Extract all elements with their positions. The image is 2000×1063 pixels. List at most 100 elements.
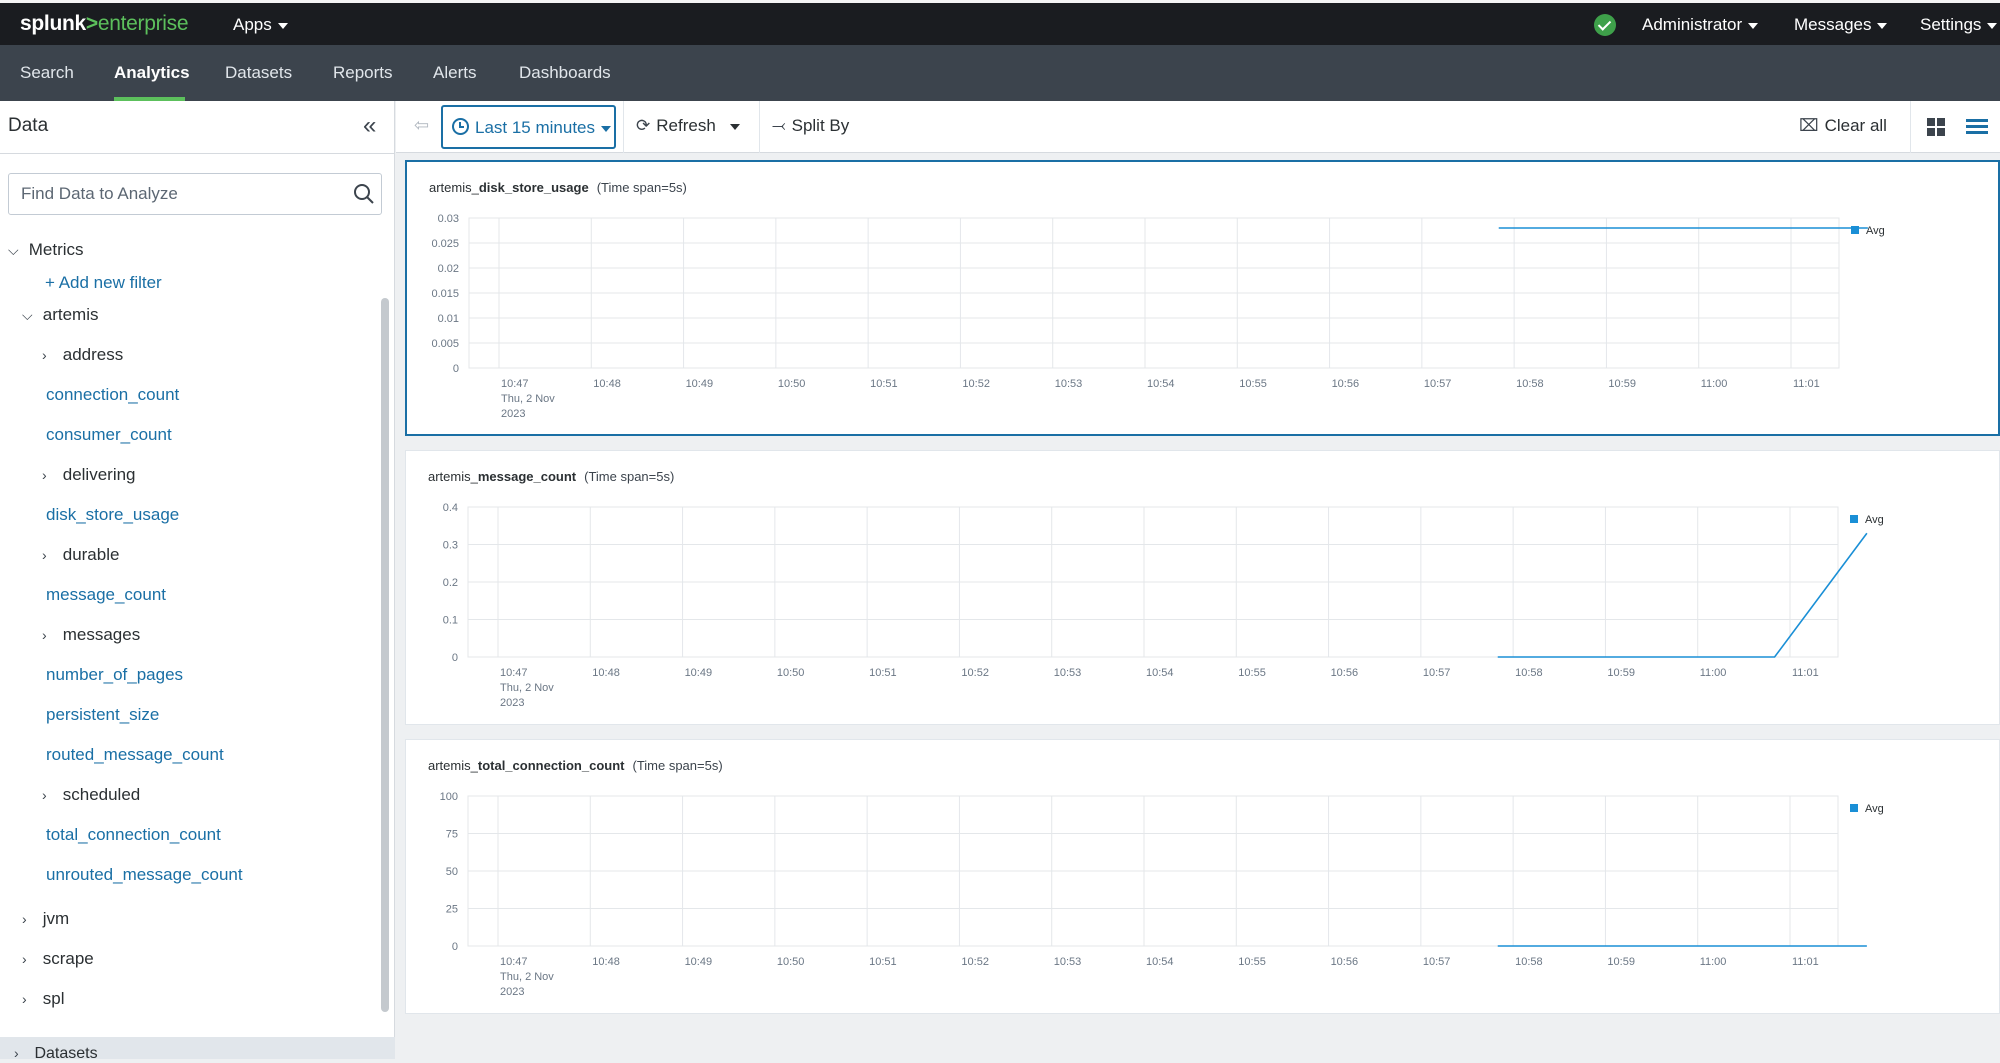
legend-label: Avg [1865, 803, 1884, 815]
x-tick-label: 10:57 [1423, 667, 1451, 679]
tree-item-consumer-count[interactable]: consumer_count [46, 425, 172, 445]
messages-menu[interactable]: Messages [1794, 15, 1888, 35]
sidebar-scrollbar[interactable] [381, 298, 389, 1012]
x-tick-label: 10:59 [1607, 667, 1635, 679]
sidebar-title: Data [8, 115, 49, 136]
tree-item-routed-message-count[interactable]: routed_message_count [46, 745, 224, 765]
apps-menu[interactable]: Apps [233, 15, 288, 35]
chart-panel-disk-store-usage[interactable]: artemis_disk_store_usage (Time span=5s) 0… [405, 160, 2000, 436]
y-tick-label: 0 [453, 363, 459, 375]
tree-item-label: durable [62, 545, 120, 564]
x-tick-label: 10:59 [1608, 378, 1636, 390]
x-tick-label: 11:01 [1792, 667, 1819, 679]
tab-reports[interactable]: Reports [333, 63, 393, 83]
analysis-toolbar: ⇦ Last 15 minutes ⟳ Refresh ⤙ Split By ⌧ Cl… [396, 101, 2000, 153]
tree-item-durable[interactable]: › durable [42, 545, 119, 565]
datasets-section[interactable]: › Datasets [14, 1045, 98, 1063]
tree-item-unrouted-message-count[interactable]: unrouted_message_count [46, 865, 243, 885]
x-tick-label: 10:50 [777, 956, 805, 968]
list-view-icon[interactable] [1966, 119, 1988, 135]
chevron-down-icon: ⌵ [22, 307, 33, 323]
tree-item-message-count[interactable]: message_count [46, 585, 166, 605]
settings-menu[interactable]: Settings [1920, 15, 1998, 35]
y-tick-label: 0 [452, 941, 458, 953]
search-input[interactable] [21, 174, 341, 214]
tree-metrics[interactable]: ⌵ Metrics [8, 240, 84, 260]
tree-item-connection-count[interactable]: connection_count [46, 385, 179, 405]
y-tick-label: 100 [440, 791, 458, 803]
chevron-right-icon: › [42, 347, 47, 363]
tree-scrape[interactable]: › scrape [22, 949, 94, 969]
clear-all-button[interactable]: ⌧ Clear all [1799, 116, 1887, 136]
tree-item-messages[interactable]: › messages [42, 625, 140, 645]
tree-artemis[interactable]: ⌵ artemis [22, 305, 98, 325]
app-nav-bar: Search Analytics Datasets Reports Alerts… [0, 45, 2000, 101]
tree-item-disk-store-usage[interactable]: disk_store_usage [46, 505, 179, 525]
splunk-logo[interactable]: splunk>enterprise [20, 12, 189, 36]
tree-item-label: consumer_count [46, 425, 172, 444]
tree-item-label: total_connection_count [46, 825, 221, 844]
toolbar-separator [759, 101, 760, 153]
y-tick-label: 25 [446, 904, 458, 916]
clear-all-label: Clear all [1824, 116, 1887, 135]
y-tick-label: 0.1 [443, 615, 458, 627]
x-tick-sublabel: 2023 [500, 697, 524, 709]
chart-panel-message-count[interactable]: artemis_message_count (Time span=5s) 0 0.1… [405, 450, 2000, 725]
caret-down-icon [1748, 22, 1759, 29]
caret-down-icon [1987, 22, 1998, 29]
logo-main-text: splunk [20, 12, 86, 35]
tree-item-address[interactable]: › address [42, 345, 123, 365]
search-box [8, 173, 382, 215]
undo-icon[interactable]: ⇦ [414, 115, 429, 136]
tab-search[interactable]: Search [20, 63, 74, 83]
tree-item-total-connection-count[interactable]: total_connection_count [46, 825, 221, 845]
legend-swatch [1850, 515, 1858, 523]
x-tick-label: 10:51 [869, 667, 897, 679]
x-tick-label: 10:57 [1424, 378, 1452, 390]
refresh-button[interactable]: ⟳ Refresh [636, 116, 740, 136]
add-new-filter-link[interactable]: + Add new filter [45, 273, 162, 293]
x-tick-label: 10:48 [593, 378, 621, 390]
tab-dashboards[interactable]: Dashboards [519, 63, 611, 83]
x-tick-label: 10:57 [1423, 956, 1451, 968]
split-by-button[interactable]: ⤙ Split By [772, 116, 849, 136]
logo-sub-text: enterprise [97, 12, 189, 35]
split-by-label: Split By [791, 116, 850, 135]
tab-alerts[interactable]: Alerts [433, 63, 476, 83]
tree-item-scheduled[interactable]: › scheduled [42, 785, 140, 805]
chevron-right-icon: › [42, 787, 47, 803]
grid-view-icon[interactable] [1927, 118, 1945, 136]
x-tick-label: 10:53 [1054, 956, 1082, 968]
clear-icon: ⌧ [1799, 116, 1819, 135]
x-tick-sublabel: Thu, 2 Nov [500, 682, 554, 694]
x-tick-label: 10:56 [1331, 956, 1359, 968]
user-menu[interactable]: Administrator [1642, 15, 1759, 35]
collapse-sidebar-icon[interactable]: « [363, 114, 376, 138]
x-tick-label: 10:54 [1146, 667, 1174, 679]
tree-jvm[interactable]: › jvm [22, 909, 69, 929]
y-tick-label: 0.015 [431, 288, 459, 300]
tree-item-delivering[interactable]: › delivering [42, 465, 136, 485]
chevron-right-icon: › [22, 911, 27, 927]
tree-item-label: delivering [62, 465, 136, 484]
x-tick-label: 10:49 [686, 378, 714, 390]
tab-datasets[interactable]: Datasets [225, 63, 292, 83]
x-tick-label: 10:53 [1054, 667, 1082, 679]
x-tick-label: 10:53 [1055, 378, 1083, 390]
tree-item-number-of-pages[interactable]: number_of_pages [46, 665, 183, 685]
y-tick-label: 0 [452, 652, 458, 664]
tree-item-label: number_of_pages [46, 665, 184, 684]
health-ok-icon[interactable] [1594, 14, 1616, 36]
x-tick-label: 10:50 [777, 667, 805, 679]
tree-spl[interactable]: › spl [22, 989, 64, 1009]
tree-item-persistent-size[interactable]: persistent_size [46, 705, 159, 725]
x-tick-label: 10:52 [961, 956, 989, 968]
chart-panel-total-connection-count[interactable]: artemis_total_connection_count (Time span… [405, 739, 2000, 1014]
time-range-picker[interactable]: Last 15 minutes [441, 105, 616, 149]
chevron-right-icon: › [14, 1045, 19, 1061]
search-icon[interactable] [353, 183, 375, 205]
sidebar-divider [0, 153, 395, 154]
x-tick-sublabel: Thu, 2 Nov [501, 393, 555, 405]
chevron-right-icon: › [42, 547, 47, 563]
tab-analytics[interactable]: Analytics [114, 63, 190, 83]
